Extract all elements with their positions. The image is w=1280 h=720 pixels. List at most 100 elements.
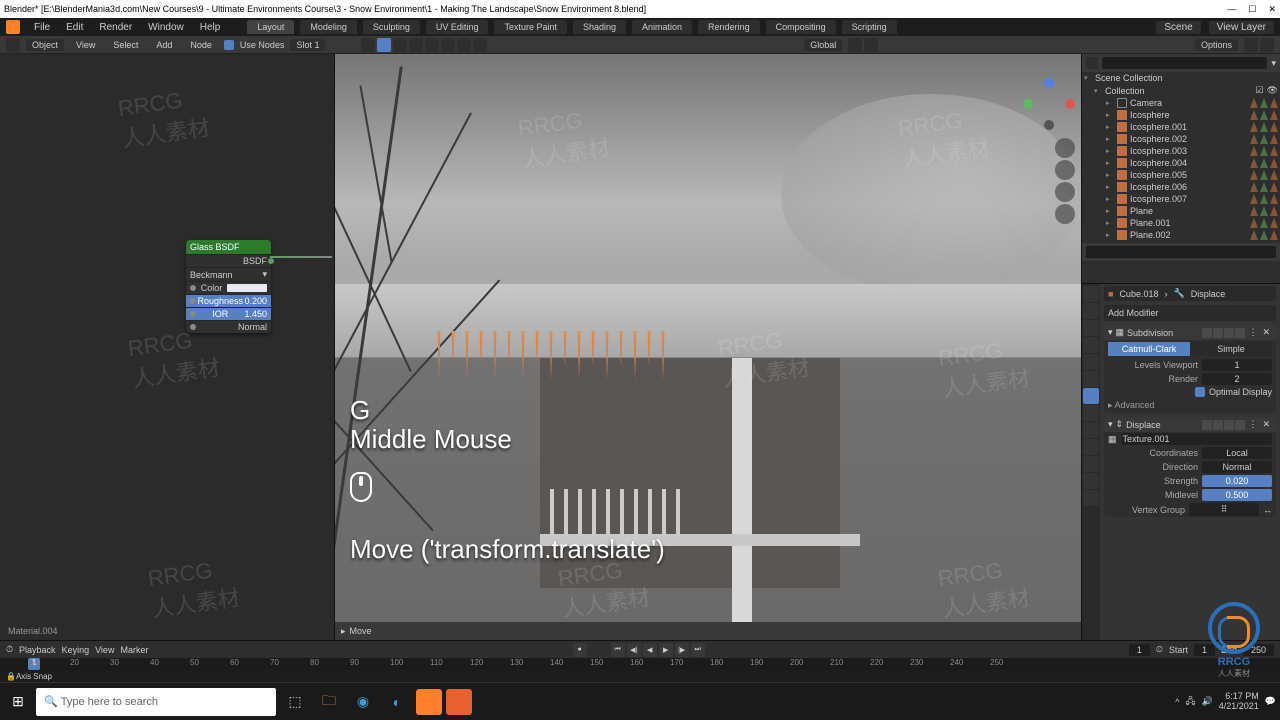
- start-button[interactable]: ⊞: [4, 688, 32, 716]
- physics-props-icon[interactable]: [1083, 422, 1099, 438]
- viewport-options[interactable]: Options: [1195, 39, 1238, 51]
- outliner-editor-icon[interactable]: [1244, 38, 1258, 52]
- view-layer-selector[interactable]: View Layer: [1209, 21, 1274, 34]
- tl-menu-keying[interactable]: Keying: [62, 645, 90, 655]
- cursor-tool-icon[interactable]: [377, 38, 391, 52]
- maximize-button[interactable]: ☐: [1248, 4, 1256, 15]
- next-key-icon[interactable]: |▶: [675, 643, 689, 657]
- scale-tool-icon[interactable]: [425, 38, 439, 52]
- timeline[interactable]: ⏱ Playback Keying View Marker ● ⏮ ◀| ◀ ▶…: [0, 640, 1280, 670]
- texture-props-icon[interactable]: [1083, 490, 1099, 506]
- eye-icon[interactable]: 👁: [1267, 85, 1278, 96]
- menu-window[interactable]: Window: [142, 22, 190, 33]
- outliner[interactable]: ▾ ▾Scene Collection ▾Collection☑👁 ▸Camer…: [1082, 54, 1280, 284]
- prev-key-icon[interactable]: ◀|: [627, 643, 641, 657]
- timeline-editor-icon[interactable]: ⏱: [6, 644, 13, 655]
- viewlayer-props-icon[interactable]: [1083, 320, 1099, 336]
- modifier-name[interactable]: Subdivision: [1127, 328, 1173, 338]
- app-icon[interactable]: [446, 689, 472, 715]
- tab-layout[interactable]: Layout: [247, 20, 294, 34]
- timeline-ruler[interactable]: 1 10203040506070809010011012013014015016…: [0, 658, 1280, 670]
- blender-taskbar-icon[interactable]: [416, 689, 442, 715]
- measure-tool-icon[interactable]: [473, 38, 487, 52]
- mod-display-icon[interactable]: [1213, 328, 1223, 338]
- normal-input[interactable]: Normal: [186, 320, 271, 333]
- node-title[interactable]: Glass BSDF: [186, 240, 271, 254]
- material-slot[interactable]: Slot 1: [290, 39, 325, 51]
- proportional-icon[interactable]: [864, 38, 878, 52]
- taskbar-clock[interactable]: 6:17 PM 4/21/2021: [1219, 692, 1259, 712]
- outliner-item[interactable]: ▸Plane.001: [1082, 217, 1280, 229]
- constraint-props-icon[interactable]: [1083, 439, 1099, 455]
- outliner-filter-icon[interactable]: [1260, 38, 1274, 52]
- node-menu-node[interactable]: Node: [184, 40, 218, 50]
- outliner-item[interactable]: ▸Camera: [1082, 97, 1280, 109]
- tab-scripting[interactable]: Scripting: [842, 20, 897, 34]
- preview-range-icon[interactable]: ⏲: [1156, 644, 1163, 655]
- mod-menu-icon[interactable]: ⋮: [1248, 419, 1257, 430]
- axis-z-icon[interactable]: [1044, 78, 1054, 88]
- mod-display-icon[interactable]: [1213, 420, 1223, 430]
- outliner-item[interactable]: ▸Plane: [1082, 205, 1280, 217]
- auto-key-icon[interactable]: ●: [573, 643, 587, 657]
- snap-icon[interactable]: [848, 38, 862, 52]
- transform-tool-icon[interactable]: [441, 38, 455, 52]
- outliner-item[interactable]: ▸Icosphere: [1082, 109, 1280, 121]
- rotate-tool-icon[interactable]: [409, 38, 423, 52]
- color-socket-icon[interactable]: [190, 285, 196, 291]
- minimize-button[interactable]: —: [1227, 4, 1236, 15]
- scene-props-icon[interactable]: [1083, 337, 1099, 353]
- ior-input[interactable]: IOR1.450: [186, 307, 271, 320]
- outliner-scene-collection[interactable]: ▾Scene Collection: [1082, 72, 1280, 84]
- select-tool-icon[interactable]: [361, 38, 375, 52]
- material-props-icon[interactable]: [1083, 473, 1099, 489]
- checkbox-icon[interactable]: ☑: [1255, 85, 1263, 96]
- tab-uv-editing[interactable]: UV Editing: [426, 20, 489, 34]
- properties-breadcrumb[interactable]: ■Cube.018 ›🔧Displace: [1104, 286, 1276, 301]
- outliner-item[interactable]: ▸Plane.002: [1082, 229, 1280, 241]
- menu-edit[interactable]: Edit: [60, 22, 89, 33]
- mod-delete-button[interactable]: ✕: [1260, 419, 1272, 430]
- menu-file[interactable]: File: [28, 22, 56, 33]
- outliner-search-2[interactable]: [1086, 246, 1276, 258]
- viewport-operator-panel[interactable]: ▸ Move: [335, 622, 1081, 640]
- annotate-tool-icon[interactable]: [457, 38, 471, 52]
- catmull-clark-button[interactable]: Catmull-Clark: [1108, 342, 1190, 356]
- play-icon[interactable]: ▶: [659, 643, 673, 657]
- jump-end-icon[interactable]: ⏭: [691, 643, 705, 657]
- notifications-icon[interactable]: 💬: [1265, 696, 1276, 707]
- mod-edit-icon[interactable]: [1202, 420, 1212, 430]
- taskbar-search[interactable]: 🔍 Type here to search: [36, 688, 276, 716]
- volume-icon[interactable]: 🔊: [1202, 696, 1213, 707]
- node-menu-add[interactable]: Add: [150, 40, 178, 50]
- outliner-item[interactable]: ▸Icosphere.005: [1082, 169, 1280, 181]
- strength-input[interactable]: 0.020: [1202, 475, 1272, 487]
- tab-rendering[interactable]: Rendering: [698, 20, 760, 34]
- bsdf-output-socket[interactable]: [268, 258, 274, 264]
- coordinates-dropdown[interactable]: Local: [1202, 447, 1272, 459]
- transform-orientation[interactable]: Global: [804, 39, 842, 51]
- particle-props-icon[interactable]: [1083, 405, 1099, 421]
- jump-start-icon[interactable]: ⏮: [611, 643, 625, 657]
- axis-y-icon[interactable]: [1023, 99, 1033, 109]
- world-props-icon[interactable]: [1083, 354, 1099, 370]
- midlevel-input[interactable]: 0.500: [1202, 489, 1272, 501]
- mod-menu-icon[interactable]: ⋮: [1248, 327, 1257, 338]
- tray-chevron-icon[interactable]: ^: [1175, 697, 1179, 707]
- outliner-item[interactable]: ▸Icosphere.004: [1082, 157, 1280, 169]
- scene-selector[interactable]: Scene: [1156, 21, 1200, 34]
- node-editor-type[interactable]: Object: [26, 39, 64, 51]
- tab-sculpting[interactable]: Sculpting: [363, 20, 420, 34]
- tab-animation[interactable]: Animation: [632, 20, 692, 34]
- normal-socket-icon[interactable]: [190, 324, 196, 330]
- levels-render-input[interactable]: 2: [1202, 373, 1272, 385]
- color-input[interactable]: Color: [186, 281, 271, 294]
- menu-help[interactable]: Help: [194, 22, 227, 33]
- roughness-input[interactable]: Roughness0.200: [186, 294, 271, 307]
- node-menu-view[interactable]: View: [70, 40, 101, 50]
- mod-edit-icon[interactable]: [1202, 328, 1212, 338]
- mod-cage-icon[interactable]: [1235, 328, 1245, 338]
- editor-type-icon[interactable]: [6, 38, 20, 52]
- object-props-icon[interactable]: [1083, 371, 1099, 387]
- network-icon[interactable]: 🖧: [1185, 694, 1195, 710]
